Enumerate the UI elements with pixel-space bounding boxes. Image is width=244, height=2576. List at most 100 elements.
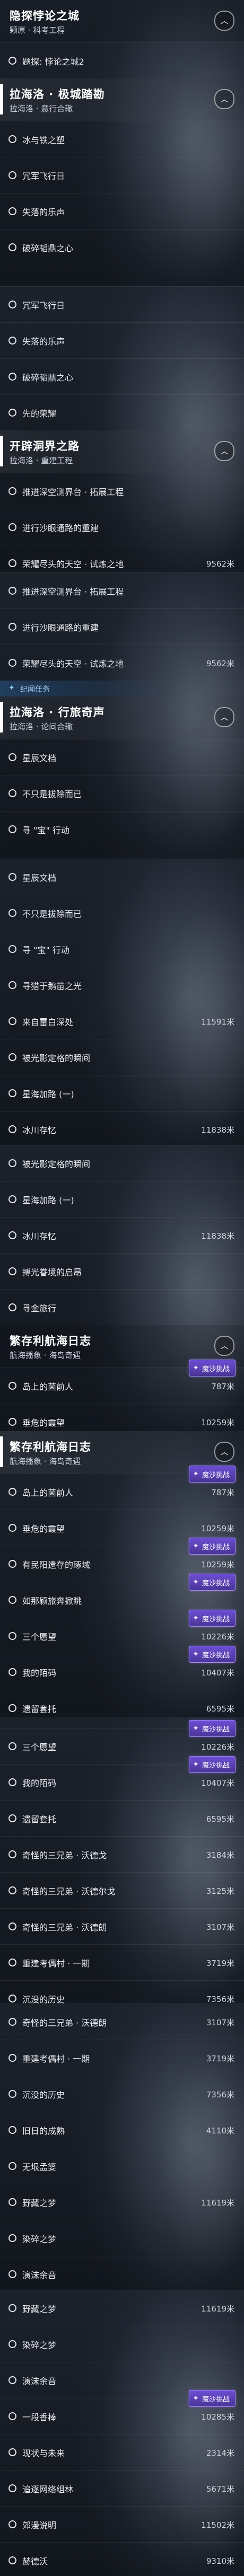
quest-item[interactable]: 寻金旅行	[0, 1289, 244, 1326]
quest-item[interactable]: 沉没的历史 7356米	[0, 1980, 244, 2004]
quest-circle-icon	[8, 2234, 16, 2242]
quest-item-label: 有民阳遗存的琢域	[22, 1560, 91, 1570]
quest-circle-icon	[8, 1159, 16, 1167]
quest-item[interactable]: 题探: 悖论之城2	[0, 42, 244, 79]
quest-item[interactable]: 旧日的成熟 4110米	[0, 2112, 244, 2148]
quest-item[interactable]: 冰川存忆 11838米	[0, 1111, 244, 1145]
quest-item[interactable]: 奇怪的三兄弟 · 沃德戈 3184米	[0, 1836, 244, 1873]
quest-item[interactable]: 重建考偶村 · 一期 3719米	[0, 2040, 244, 2076]
quest-item[interactable]: 岛上的菌前人 787米 ✦ 魔沙挑战	[0, 1466, 244, 1510]
quest-item-label: 现状与未来	[22, 2448, 65, 2458]
quest-item[interactable]: 染碎之梦	[0, 2326, 244, 2362]
quest-group-header[interactable]: 拉海洛 · 极城踏勘 拉海洛 · 意行合辙 ︿	[0, 78, 244, 121]
challenge-badge[interactable]: ✦ 魔沙挑战	[189, 1720, 236, 1737]
quest-item[interactable]: 奇怪的三兄弟 · 沃德朗 3107米	[0, 1908, 244, 1945]
quest-item[interactable]: 星辰文档	[0, 859, 244, 895]
quest-item[interactable]: 失落的乐声	[0, 322, 244, 359]
challenge-badge[interactable]: ✦ 魔沙挑战	[189, 2390, 236, 2407]
quest-category-label: 纪闻任务	[20, 685, 50, 694]
quest-item-label: 郊漫说明	[22, 2520, 57, 2530]
quest-item[interactable]: 奇怪的三兄弟 · 沃德朗 3107米	[0, 2004, 244, 2040]
quest-group-header[interactable]: 拉海洛 · 行旅奇声 拉海洛 · 论间合辙 ︿	[0, 696, 244, 739]
challenge-badge[interactable]: ✦ 魔沙挑战	[189, 1538, 236, 1555]
quest-item[interactable]: 破碎韬鼎之心	[0, 358, 244, 395]
chevron-up-icon[interactable]: ︿	[214, 441, 234, 461]
quest-item-label: 如那颖旅奔掀眺	[22, 1596, 82, 1606]
quest-item[interactable]: 星海加路 (一)	[0, 1075, 244, 1111]
quest-distance: 3107米	[206, 2018, 234, 2027]
quest-distance: 10226米	[201, 1632, 234, 1642]
quest-item[interactable]: 进行沙眼通路的重建	[0, 608, 244, 645]
quest-item[interactable]: 寻 "宝" 行动	[0, 811, 244, 848]
quest-item[interactable]: 荣耀尽头的天空 · 试炼之地 9562米	[0, 645, 244, 681]
quest-item[interactable]: 冗军飞行日	[0, 286, 244, 323]
quest-group-header[interactable]: 隐探悖论之城 颗原 · 科考工程 ︿	[0, 0, 244, 42]
quest-item[interactable]: 冗军飞行日	[0, 157, 244, 193]
quest-item[interactable]: 遗留套托 6595米	[0, 1800, 244, 1837]
quest-item[interactable]: 沉没的历史 7356米	[0, 2076, 244, 2112]
challenge-badge[interactable]: ✦ 魔沙挑战	[189, 1756, 236, 1773]
quest-item[interactable]: 先的荣耀	[0, 394, 244, 431]
quest-circle-icon	[8, 171, 16, 179]
quest-item-label: 演沫余音	[22, 2376, 57, 2386]
quest-item[interactable]: 奇怪的三兄弟 · 沃德尔戈 3125米	[0, 1872, 244, 1909]
quest-item-label: 被光影定格的瞬间	[22, 1053, 91, 1063]
quest-screen: 野藏之梦 11619米 染碎之梦演沫余音一段香棒 10285米 ✦ 魔沙挑战 现状与未来 23…	[0, 2290, 244, 2576]
quest-item[interactable]: 野藏之梦 11619米	[0, 2290, 244, 2326]
quest-item[interactable]: 冰与铁之塑	[0, 121, 244, 157]
quest-item-label: 题探: 悖论之城2	[22, 57, 84, 67]
quest-item[interactable]: 荣耀尽头的天空 · 试炼之地 9562米	[0, 545, 244, 572]
quest-item[interactable]: 现状与未来 2314米	[0, 2434, 244, 2471]
chevron-up-icon[interactable]: ︿	[214, 11, 234, 31]
challenge-badge[interactable]: ✦ 魔沙挑战	[189, 1610, 236, 1627]
quest-item[interactable]: 野藏之梦 11619米	[0, 2184, 244, 2220]
quest-item[interactable]: 赫德沃 9310米	[0, 2542, 244, 2576]
quest-item[interactable]: 染碎之梦	[0, 2220, 244, 2256]
chevron-up-icon[interactable]: ︿	[214, 1336, 234, 1356]
quest-item[interactable]: 一段香棒 10285米 ✦ 魔沙挑战	[0, 2390, 244, 2434]
quest-item[interactable]: 星海加路 (一)	[0, 1181, 244, 1218]
quest-item-label: 岛上的菌前人	[22, 1382, 74, 1392]
quest-item[interactable]: 垂危的霞望 10259米	[0, 1404, 244, 1431]
chevron-up-icon[interactable]: ︿	[214, 89, 234, 109]
quest-group-header[interactable]: 开辟洞界之路 拉海洛 · 重建工程 ︿	[0, 430, 244, 473]
quest-item[interactable]: 被光影定格的瞬间	[0, 1039, 244, 1075]
challenge-badge[interactable]: ✦ 魔沙挑战	[189, 1466, 236, 1483]
challenge-badge[interactable]: ✦ 魔沙挑战	[189, 1574, 236, 1591]
quest-item[interactable]: 不只是拔除而已	[0, 775, 244, 811]
quest-item[interactable]: 搏光眷境的启昂	[0, 1253, 244, 1290]
quest-item[interactable]: 不只是拔除而已	[0, 895, 244, 931]
challenge-badge-label: 魔沙挑战	[202, 1651, 230, 1660]
quest-circle-icon	[8, 2520, 16, 2528]
sparkle-icon: ✦	[193, 1578, 199, 1586]
quest-item[interactable]: 岛上的菌前人 787米 ✦ 魔沙挑战	[0, 1360, 244, 1404]
quest-item[interactable]: 我的陌码 10407米 ✦ 魔沙挑战	[0, 1646, 244, 1690]
challenge-badge[interactable]: ✦ 魔沙挑战	[189, 1360, 236, 1377]
quest-circle-icon	[8, 1231, 16, 1239]
quest-item-label: 旧日的成熟	[22, 2126, 65, 2136]
quest-circle-icon	[8, 945, 16, 953]
chevron-up-icon[interactable]: ︿	[214, 707, 234, 727]
quest-item[interactable]: 星辰文档	[0, 739, 244, 775]
quest-item[interactable]: 我的陌码 10407米 ✦ 魔沙挑战	[0, 1756, 244, 1801]
quest-item[interactable]: 来自雷白深处 11591米	[0, 1003, 244, 1039]
quest-item[interactable]: 推进深空测界台 · 拓展工程	[0, 473, 244, 509]
quest-item-label: 演沫余音	[22, 2270, 57, 2280]
quest-item[interactable]: 演沫余音	[0, 2256, 244, 2290]
quest-item[interactable]: 破碎韬鼎之心	[0, 229, 244, 266]
quest-item[interactable]: 无垠孟婆	[0, 2148, 244, 2184]
quest-item[interactable]: 失落的乐声	[0, 193, 244, 230]
quest-item[interactable]: 进行沙眼通路的重建	[0, 509, 244, 545]
quest-item[interactable]: 追逐网络组林 5671米	[0, 2470, 244, 2507]
quest-item[interactable]: 推进深空测界台 · 拓展工程	[0, 572, 244, 609]
quest-item[interactable]: 遗留套托 6595米	[0, 1690, 244, 1717]
quest-circle-icon	[8, 2304, 16, 2312]
quest-item[interactable]: 寻猎于鹅苗之光	[0, 967, 244, 1003]
chevron-up-icon[interactable]: ︿	[214, 1442, 234, 1462]
quest-item[interactable]: 冰川存忆 11838米	[0, 1217, 244, 1254]
quest-item[interactable]: 重建考偶村 · 一期 3719米	[0, 1944, 244, 1981]
quest-item[interactable]: 寻 "宝" 行动	[0, 931, 244, 967]
challenge-badge[interactable]: ✦ 魔沙挑战	[189, 1646, 236, 1663]
quest-item[interactable]: 被光影定格的瞬间	[0, 1145, 244, 1181]
quest-item[interactable]: 郊漫说明 11502米	[0, 2506, 244, 2543]
